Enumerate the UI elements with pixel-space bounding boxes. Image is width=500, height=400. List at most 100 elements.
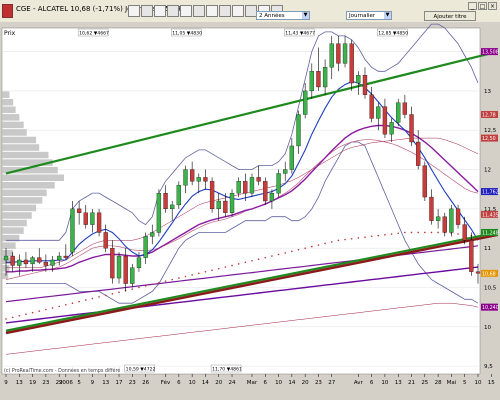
candle-body xyxy=(70,208,75,253)
candle-body xyxy=(176,185,181,206)
candle-body xyxy=(170,204,175,210)
candle-body xyxy=(429,196,434,221)
titlebar: CGE - ALCATEL 10,68 (-1,71%) Journalier … xyxy=(0,0,500,23)
red-dot-marker xyxy=(65,304,67,306)
toolbar-icon-8[interactable] xyxy=(219,5,231,17)
volume-profile-bar xyxy=(2,151,49,159)
x-tick-label: 23 xyxy=(315,380,322,386)
red-dot-marker xyxy=(390,233,393,235)
red-dot-marker xyxy=(204,270,207,273)
red-dot-marker xyxy=(417,231,419,234)
candle-body xyxy=(382,106,388,135)
candle-body xyxy=(17,259,22,266)
red-dot-marker xyxy=(171,278,173,281)
red-dot-marker xyxy=(317,244,320,246)
volume-profile-bar xyxy=(2,204,37,212)
x-tick-label: Avr xyxy=(354,380,364,386)
candle-body xyxy=(216,200,221,210)
toolbar-icon-1[interactable] xyxy=(128,5,140,17)
red-dot-marker xyxy=(350,237,353,240)
volume-profile-bar xyxy=(2,242,16,249)
chevron-down-icon: ▼ xyxy=(302,12,309,19)
app-window: CGE - ALCATEL 10,68 (-1,71%) Journalier … xyxy=(0,0,500,400)
candle-body xyxy=(30,257,35,265)
price-tag-label: 11,248 xyxy=(482,230,499,236)
y-tick-label: 10,5 xyxy=(484,286,497,292)
candle-body xyxy=(196,177,201,182)
red-dot-marker xyxy=(397,232,400,235)
toolbar-icon-2[interactable] xyxy=(141,5,153,17)
y-tick-label: 9,5 xyxy=(484,364,493,370)
x-tick-label: 28 xyxy=(435,380,442,386)
candle-body xyxy=(209,181,215,210)
interval-dropdown[interactable]: Journalier ▼ xyxy=(346,11,392,20)
period-dropdown[interactable]: 2 Années ▼ xyxy=(256,11,310,20)
add-title-button[interactable]: Ajouter titre xyxy=(424,11,476,21)
red-dot-marker xyxy=(104,294,107,297)
price-tag-label: 13,508 xyxy=(482,50,499,56)
toolbar-icon-4[interactable] xyxy=(167,5,179,17)
toolbar-icon-5[interactable] xyxy=(180,5,192,17)
app-icon xyxy=(2,4,13,18)
maximize-button[interactable]: □ xyxy=(478,2,487,10)
candle-body xyxy=(263,181,268,202)
x-tick-label: 25 xyxy=(421,380,428,386)
red-dot-marker xyxy=(71,302,74,305)
red-dot-marker xyxy=(277,253,280,256)
red-dot-marker xyxy=(404,231,406,234)
x-tick-label: Mai xyxy=(447,380,457,386)
red-dot-marker xyxy=(297,248,300,251)
close-button[interactable]: × xyxy=(488,2,497,10)
red-dot-marker xyxy=(271,255,273,257)
toolbar-icon-7[interactable] xyxy=(206,5,218,17)
red-dot-marker xyxy=(191,274,193,276)
period-dropdown-value: 2 Années xyxy=(259,13,285,19)
candle-body xyxy=(422,165,427,198)
plot-area xyxy=(1,27,481,375)
candle-body xyxy=(116,255,122,279)
volume-profile-bar xyxy=(2,159,53,166)
toolbar-icon-6[interactable] xyxy=(193,5,205,17)
candle-body xyxy=(349,43,354,84)
interval-dropdown-value: Journalier xyxy=(349,13,376,19)
red-dot-marker xyxy=(98,296,100,298)
red-dot-marker xyxy=(384,234,386,236)
red-dot-marker xyxy=(25,313,27,316)
red-dot-marker xyxy=(344,238,346,241)
candle-body xyxy=(322,67,328,88)
toolbar-icon-3[interactable] xyxy=(154,5,166,17)
marker-label: 11,05 ▼4830 xyxy=(172,30,202,36)
x-tick-label: 5 xyxy=(77,380,81,386)
x-tick-label: 2006 xyxy=(59,380,73,386)
candle-body xyxy=(229,192,235,213)
red-dot-marker xyxy=(457,233,459,235)
red-dot-marker xyxy=(131,288,134,290)
candle-body xyxy=(143,236,148,258)
red-dot-marker xyxy=(164,280,167,283)
candle-body xyxy=(469,240,474,272)
y-tick-label: 12,5 xyxy=(484,128,497,134)
candle-body xyxy=(50,259,55,266)
red-dot-marker xyxy=(118,291,120,294)
red-dot-marker xyxy=(51,307,54,309)
red-dot-marker xyxy=(410,231,413,234)
toolbar-icon-9[interactable] xyxy=(232,5,244,17)
candle-body xyxy=(43,262,49,266)
candle-body xyxy=(110,248,115,279)
red-dot-marker xyxy=(337,239,340,242)
x-tick-label: 9 xyxy=(91,380,95,386)
red-dot-marker xyxy=(11,316,14,319)
red-dot-marker xyxy=(324,242,326,245)
marker-label: 11,70 ▼4861 xyxy=(212,366,242,372)
x-tick-label: 24 xyxy=(229,380,236,386)
price-tag-label: 12,50 xyxy=(482,136,496,142)
minimize-button[interactable]: _ xyxy=(468,2,477,10)
red-dot-marker xyxy=(224,266,227,268)
x-tick-label: 9 xyxy=(4,380,8,386)
marker-label: 11,43 ▼4677 xyxy=(285,30,315,36)
candle-body xyxy=(276,173,281,194)
candle-body xyxy=(189,169,195,182)
price-chart[interactable]: Prix9,51010,51111,51212,51313,5913192329… xyxy=(0,22,500,400)
red-dot-marker xyxy=(357,237,360,239)
red-dot-marker xyxy=(377,234,380,237)
